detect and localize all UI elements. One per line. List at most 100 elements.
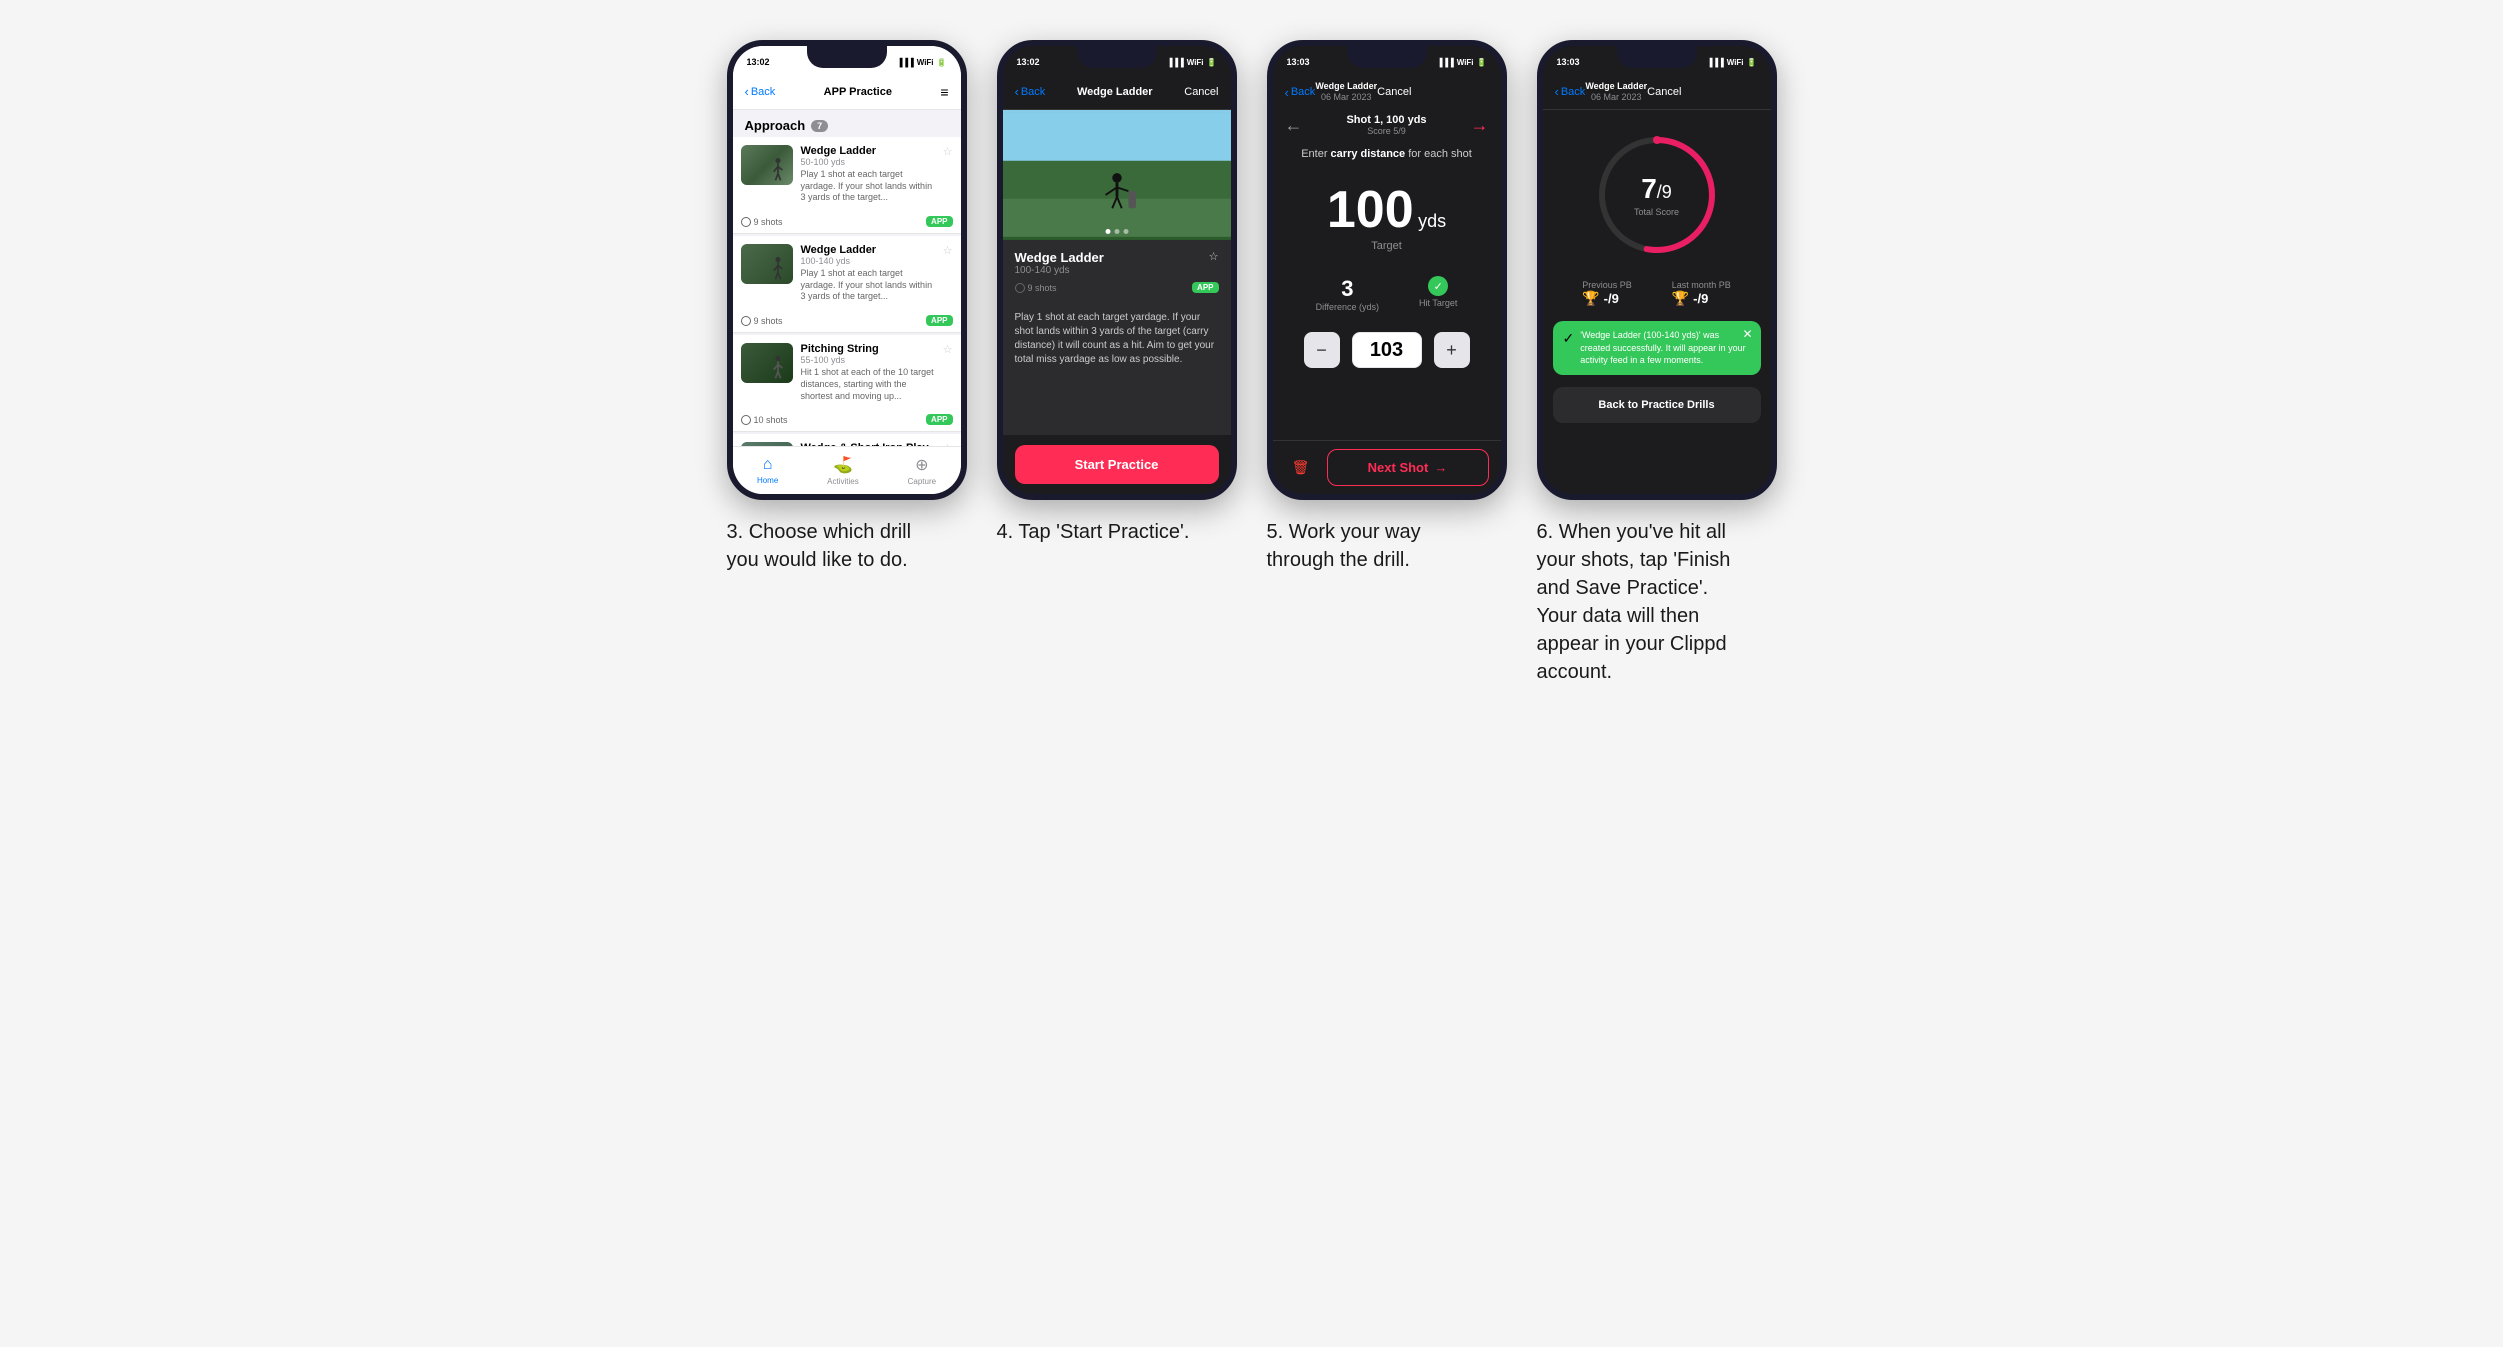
cancel-button-4[interactable]: Cancel — [1647, 86, 1681, 98]
stat-hit-target: ✓ Hit Target — [1419, 276, 1457, 312]
score-total-label: Total Score — [1634, 207, 1679, 217]
battery-icon-3: 🔋 — [1477, 58, 1487, 67]
score-circle-container: 7/9 Total Score — [1543, 110, 1771, 272]
drill-card-4[interactable]: Wedge & Short Iron Play 100-140 yds ☆ — [733, 434, 961, 446]
shot-prev-arrow[interactable]: ← — [1285, 115, 1303, 136]
phone-notch-4 — [1617, 46, 1697, 68]
shot-stats-3: 3 Difference (yds) ✓ Hit Target — [1273, 268, 1501, 320]
phone-frame-1: 13:02 ▐▐▐ WiFi 🔋 ‹ Back APP Practice ≡ — [727, 40, 967, 500]
app-badge-2: APP — [926, 315, 952, 326]
screen1-content: Approach 7 — [733, 110, 961, 446]
drill-detail-bottom-2: 9 shots APP — [1015, 282, 1219, 293]
menu-icon-1[interactable]: ≡ — [940, 84, 948, 100]
phone-screen-3: 13:03 ▐▐▐ WiFi 🔋 ‹ Back Wedge Ladder — [1273, 46, 1501, 494]
back-button-3[interactable]: ‹ Back — [1285, 85, 1316, 100]
back-button-2[interactable]: ‹ Back — [1015, 84, 1046, 99]
capture-icon: ⊕ — [915, 455, 928, 475]
back-label-3: Back — [1291, 86, 1315, 98]
stat-difference: 3 Difference (yds) — [1316, 276, 1379, 312]
status-time-4: 13:03 — [1557, 57, 1580, 67]
decrement-button[interactable]: − — [1304, 332, 1340, 368]
target-number: 100 — [1327, 181, 1414, 239]
bottom-action-3: 🗑 Next Shot → — [1273, 440, 1501, 494]
back-button-1[interactable]: ‹ Back — [745, 84, 776, 99]
shots-info-detail-2: 9 shots — [1015, 283, 1057, 293]
back-chevron-3: ‹ — [1285, 85, 1289, 100]
delete-button-3[interactable]: 🗑 — [1285, 452, 1317, 484]
hit-target-label: Hit Target — [1419, 298, 1457, 308]
previous-pb-label: Previous PB — [1582, 280, 1632, 290]
pb-row-4: Previous PB 🏆 -/9 Last month PB 🏆 -/9 — [1543, 272, 1771, 315]
drill-card-top-3: Pitching String 55-100 yds Hit 1 shot at… — [733, 335, 961, 410]
shot-input[interactable]: 103 — [1352, 332, 1422, 368]
start-practice-button[interactable]: Start Practice — [1015, 445, 1219, 484]
wifi-icon-2: WiFi — [1187, 58, 1204, 67]
tab-capture[interactable]: ⊕ Capture — [908, 455, 936, 486]
hero-dots — [1105, 229, 1128, 234]
signal-icon-3: ▐▐▐ — [1437, 58, 1454, 67]
drill-star-detail-2[interactable]: ☆ — [1209, 250, 1219, 263]
drill-star-1[interactable]: ☆ — [943, 145, 953, 158]
drill-detail-top-2: Wedge Ladder 100-140 yds ☆ — [1015, 250, 1219, 276]
drill-info-3: Pitching String 55-100 yds Hit 1 shot at… — [801, 343, 935, 402]
drill-card-bottom-1: 9 shots APP — [733, 212, 961, 233]
phone-frame-3: 13:03 ▐▐▐ WiFi 🔋 ‹ Back Wedge Ladder — [1267, 40, 1507, 500]
phone-frame-2: 13:02 ▐▐▐ WiFi 🔋 ‹ Back Wedge Ladder Can… — [997, 40, 1237, 500]
cancel-button-2[interactable]: Cancel — [1184, 86, 1218, 98]
status-icons-4: ▐▐▐ WiFi 🔋 — [1707, 58, 1757, 67]
increment-button[interactable]: + — [1434, 332, 1470, 368]
shot-next-arrow[interactable]: → — [1471, 115, 1489, 136]
drill-detail-card-2: Wedge Ladder 100-140 yds ☆ 9 shots APP — [1003, 240, 1231, 303]
shots-info-2: 9 shots — [741, 316, 783, 326]
drill-star-2[interactable]: ☆ — [943, 244, 953, 257]
drill-card-1[interactable]: Wedge Ladder 50-100 yds Play 1 shot at e… — [733, 137, 961, 234]
golfer-svg-3 — [771, 356, 785, 380]
cancel-button-3[interactable]: Cancel — [1377, 86, 1411, 98]
score-center: 7/9 Total Score — [1634, 173, 1679, 217]
nav-title-line2-3: 06 Mar 2023 — [1315, 92, 1377, 103]
score-value: 7 — [1641, 173, 1657, 204]
status-icons-2: ▐▐▐ WiFi 🔋 — [1167, 58, 1217, 67]
drill-card-top-4: Wedge & Short Iron Play 100-140 yds ☆ — [733, 434, 961, 446]
back-label-2: Back — [1021, 86, 1045, 98]
drill-card-top-1: Wedge Ladder 50-100 yds Play 1 shot at e… — [733, 137, 961, 212]
tab-activities[interactable]: ⛳ Activities — [827, 455, 859, 486]
last-month-pb-label: Last month PB — [1672, 280, 1731, 290]
nav-title-center-4: Wedge Ladder 06 Mar 2023 — [1585, 81, 1647, 103]
phone-section-3: 13:03 ▐▐▐ WiFi 🔋 ‹ Back Wedge Ladder — [1267, 40, 1507, 574]
pb-last-month: Last month PB 🏆 -/9 — [1672, 280, 1731, 307]
tab-home[interactable]: ⌂ Home — [757, 456, 778, 485]
next-shot-button[interactable]: Next Shot → — [1327, 449, 1489, 486]
phone-screen-4: 13:03 ▐▐▐ WiFi 🔋 ‹ Back Wedge Ladder — [1543, 46, 1771, 494]
toast-close-button[interactable]: ✕ — [1742, 327, 1752, 341]
shots-label-1: 9 shots — [754, 217, 783, 227]
drill-star-3[interactable]: ☆ — [943, 343, 953, 356]
back-button-4[interactable]: ‹ Back — [1555, 84, 1586, 99]
toast-content: ✓ 'Wedge Ladder (100-140 yds)' was creat… — [1563, 329, 1751, 367]
nav-bar-4: ‹ Back Wedge Ladder 06 Mar 2023 Cancel — [1543, 74, 1771, 110]
shots-info-1: 9 shots — [741, 217, 783, 227]
battery-icon-2: 🔋 — [1207, 58, 1217, 67]
drill-card-3[interactable]: Pitching String 55-100 yds Hit 1 shot at… — [733, 335, 961, 432]
hero-image-2 — [1003, 110, 1231, 240]
section-header-1: Approach 7 — [733, 110, 961, 137]
caption-3: 5. Work your way through the drill. — [1267, 518, 1467, 574]
back-to-drills-button[interactable]: Back to Practice Drills — [1553, 387, 1761, 423]
drill-thumb-img-1 — [741, 145, 793, 185]
last-month-pb-number: -/9 — [1693, 291, 1708, 306]
drill-card-2[interactable]: Wedge Ladder 100-140 yds Play 1 shot at … — [733, 236, 961, 333]
nav-bar-2: ‹ Back Wedge Ladder Cancel — [1003, 74, 1231, 110]
drill-thumb-4 — [741, 442, 793, 446]
dot-2 — [1114, 229, 1119, 234]
drill-name-2: Wedge Ladder — [1015, 250, 1104, 265]
drill-card-bottom-2: 9 shots APP — [733, 311, 961, 332]
drill-name-3: Pitching String — [801, 343, 935, 355]
shots-icon-2 — [741, 316, 751, 326]
phone-screen-1: 13:02 ▐▐▐ WiFi 🔋 ‹ Back APP Practice ≡ — [733, 46, 961, 494]
caption-4: 6. When you've hit all your shots, tap '… — [1537, 518, 1737, 686]
success-toast: ✕ ✓ 'Wedge Ladder (100-140 yds)' was cre… — [1553, 321, 1761, 375]
shot-nav-3: ← Shot 1, 100 yds Score 5/9 → — [1273, 110, 1501, 140]
phone-notch-2 — [1077, 46, 1157, 68]
drill-info-2: Wedge Ladder 100-140 yds Play 1 shot at … — [801, 244, 935, 303]
drill-name-2: Wedge Ladder — [801, 244, 935, 256]
